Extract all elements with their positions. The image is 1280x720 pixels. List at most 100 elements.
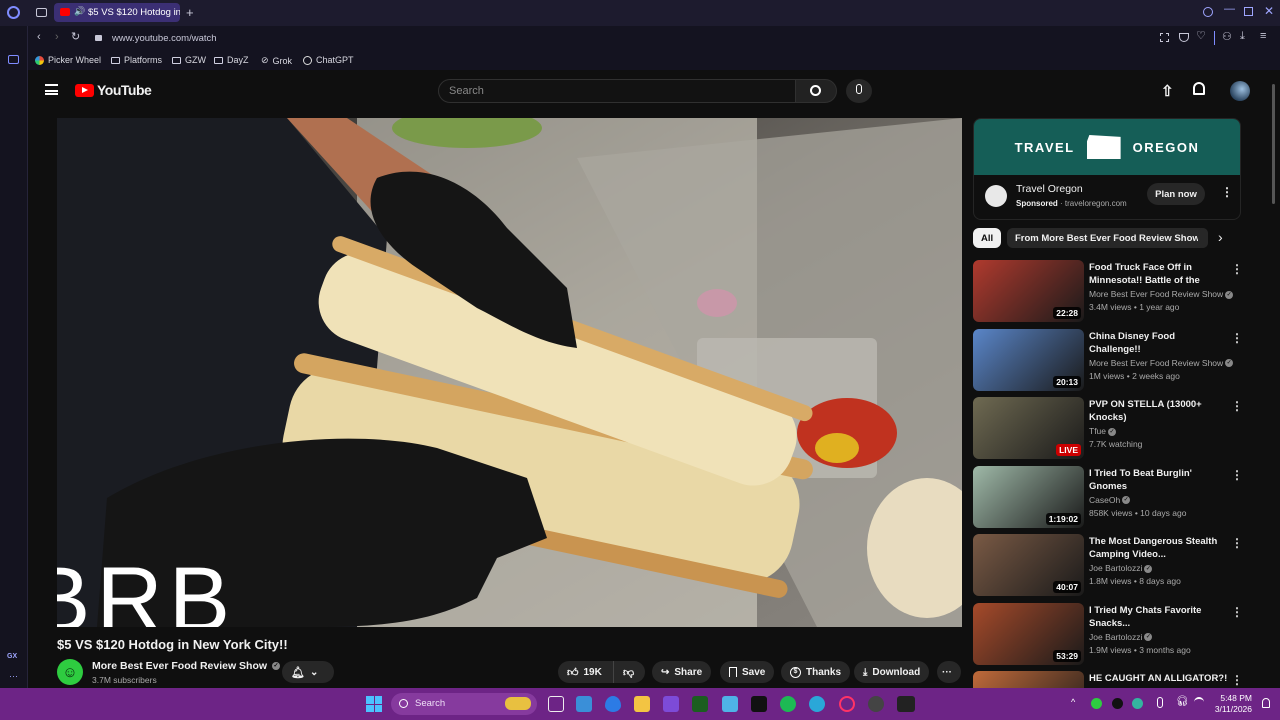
- menu-icon[interactable]: ≡: [1260, 31, 1266, 42]
- save-button[interactable]: Save: [720, 661, 775, 683]
- gx-label[interactable]: GX: [7, 653, 17, 660]
- video-title[interactable]: The Most Dangerous Stealth Camping Video…: [1089, 535, 1229, 561]
- audio-playing-icon[interactable]: 🔊: [74, 6, 85, 17]
- url-field[interactable]: www.youtube.com/watch: [112, 33, 217, 44]
- video-thumbnail[interactable]: 20:13: [973, 328, 1084, 391]
- bookmark-dayz[interactable]: DayZ: [214, 55, 249, 65]
- video-thumbnail[interactable]: 1:19:02: [973, 465, 1084, 528]
- app-grid-icon[interactable]: [663, 696, 679, 712]
- heart-icon[interactable]: ♡: [1196, 31, 1206, 42]
- bookmark-picker-wheel[interactable]: Picker Wheel: [35, 55, 101, 65]
- recommended-video[interactable]: 22:28 Food Truck Face Off in Minnesota!!…: [973, 260, 1243, 324]
- bookmark-chatgpt[interactable]: ChatGPT: [303, 55, 354, 65]
- video-title[interactable]: PVP ON STELLA (13000+ Knocks): [1089, 398, 1229, 424]
- upload-icon[interactable]: ⇧: [1161, 82, 1174, 100]
- account-avatar[interactable]: [1230, 81, 1250, 101]
- tray-app-dark-icon[interactable]: [1112, 698, 1123, 709]
- video-title[interactable]: Food Truck Face Off in Minnesota!! Battl…: [1089, 261, 1229, 288]
- new-tab-button[interactable]: +: [186, 6, 194, 19]
- video-thumbnail[interactable]: 22:28: [973, 260, 1084, 322]
- edge-browser-icon[interactable]: [809, 696, 825, 712]
- channel-name[interactable]: Tfue ✓: [1089, 426, 1239, 436]
- video-title[interactable]: I Tried My Chats Favorite Snacks...: [1089, 604, 1229, 630]
- channel-name[interactable]: More Best Ever Food Review Show ✓: [1089, 358, 1239, 368]
- snapshot-icon[interactable]: [1160, 33, 1169, 42]
- video-thumbnail[interactable]: LIVE: [973, 397, 1084, 459]
- notification-bell-icon[interactable]: [1262, 698, 1270, 708]
- taskbar-search[interactable]: Search: [391, 693, 537, 715]
- recommended-video[interactable]: 53:29 I Tried My Chats Favorite Snacks..…: [973, 602, 1243, 667]
- tab-manager-icon[interactable]: [36, 8, 47, 17]
- aria-icon[interactable]: [8, 55, 19, 64]
- bookmark-grok[interactable]: ⊘ Grok: [261, 55, 292, 66]
- bookmark-platforms[interactable]: Platforms: [111, 55, 162, 65]
- active-tab[interactable]: 🔊 $5 VS $120 Hotdog in N: [54, 3, 180, 22]
- tray-app-green-icon[interactable]: [1091, 698, 1102, 709]
- share-button[interactable]: ↪ Share: [652, 661, 712, 683]
- terminal-app-icon[interactable]: [692, 696, 708, 712]
- pocket-icon[interactable]: [1179, 33, 1189, 42]
- hamburger-menu-icon[interactable]: [45, 84, 58, 95]
- download-icon[interactable]: ⤓: [1240, 31, 1245, 42]
- spotify-icon[interactable]: [780, 696, 796, 712]
- recommended-video[interactable]: 40:07 The Most Dangerous Stealth Camping…: [973, 534, 1243, 598]
- video-thumbnail[interactable]: [973, 671, 1084, 688]
- channel-name[interactable]: CaseOh ✓: [1089, 495, 1239, 505]
- more-options-icon[interactable]: ⋮: [1231, 605, 1243, 619]
- search-button[interactable]: [795, 79, 837, 103]
- channel-name[interactable]: More Best Ever Food Review Show ✓: [1089, 289, 1239, 299]
- notepad-app-icon[interactable]: [722, 696, 738, 712]
- channel-name[interactable]: Joe Bartolozzi ✓: [1089, 632, 1239, 642]
- youtube-logo[interactable]: YouTube: [75, 82, 152, 98]
- show-hidden-icons[interactable]: ^: [1071, 697, 1075, 707]
- video-thumbnail[interactable]: 53:29: [973, 602, 1084, 665]
- profile-icon[interactable]: ⚇: [1222, 32, 1232, 43]
- recommended-video[interactable]: 1:19:02 I Tried To Beat Burglin' Gnomes …: [973, 465, 1243, 530]
- forward-icon[interactable]: ›: [55, 32, 59, 43]
- ad-banner[interactable]: TRAVEL OREGON: [974, 119, 1240, 175]
- bookmark-gzw[interactable]: GZW: [172, 55, 206, 65]
- active-app-icon[interactable]: [868, 696, 884, 712]
- notifications-bell-icon[interactable]: [1193, 82, 1205, 95]
- video-title[interactable]: HE CAUGHT AN ALLIGATOR?!: [1089, 672, 1229, 685]
- video-title[interactable]: China Disney Food Challenge!!: [1089, 330, 1229, 356]
- channel-name[interactable]: More Best Ever Food Review Show ✓: [92, 660, 280, 672]
- droplet-app-icon[interactable]: [605, 696, 621, 712]
- dislike-button[interactable]: 👎︎: [613, 661, 645, 683]
- tray-app-teal-icon[interactable]: [1132, 698, 1143, 709]
- like-button[interactable]: 👍︎ 19K: [558, 661, 613, 683]
- page-scrollbar[interactable]: [1272, 80, 1277, 680]
- subscribed-bell-button[interactable]: 🔔︎ ⌄: [282, 661, 334, 683]
- close-button[interactable]: ✕: [1264, 5, 1274, 17]
- start-windows-icon[interactable]: [366, 696, 382, 712]
- video-thumbnail[interactable]: 40:07: [973, 534, 1084, 596]
- sponsored-ad-card[interactable]: TRAVEL OREGON Travel Oregon Sponsored · …: [973, 118, 1241, 220]
- thanks-button[interactable]: $ Thanks: [781, 661, 851, 683]
- recommended-video[interactable]: HE CAUGHT AN ALLIGATOR?! LosPollosTV And…: [973, 671, 1243, 688]
- more-actions-button[interactable]: ···: [937, 661, 961, 683]
- minimize-button[interactable]: —: [1224, 4, 1235, 15]
- dw7-app-icon[interactable]: [897, 696, 915, 712]
- ad-more-icon[interactable]: ⋮: [1221, 185, 1233, 199]
- chip-all[interactable]: All: [973, 228, 1002, 248]
- opera-logo-icon[interactable]: [7, 6, 20, 19]
- chip-more[interactable]: [1198, 228, 1208, 248]
- plan-now-button[interactable]: Plan now: [1147, 183, 1205, 205]
- headset-icon[interactable]: 🎧︎: [1176, 696, 1189, 707]
- recommended-video[interactable]: LIVE PVP ON STELLA (13000+ Knocks) Tfue ✓…: [973, 397, 1243, 461]
- wifi-icon[interactable]: [1194, 697, 1204, 707]
- photos-app-icon[interactable]: [576, 696, 592, 712]
- channel-avatar[interactable]: ☺: [57, 659, 83, 685]
- video-title[interactable]: I Tried To Beat Burglin' Gnomes: [1089, 467, 1229, 493]
- file-explorer-icon[interactable]: [634, 696, 650, 712]
- search-input[interactable]: Search: [438, 79, 796, 103]
- more-options-icon[interactable]: ⋮: [1231, 262, 1243, 276]
- search-tabs-icon[interactable]: [1203, 7, 1213, 17]
- back-icon[interactable]: ‹: [37, 32, 41, 43]
- capcut-app-icon[interactable]: [751, 696, 767, 712]
- video-player[interactable]: BRB: [57, 118, 962, 627]
- more-options-icon[interactable]: ⋮: [1231, 673, 1243, 687]
- more-options-icon[interactable]: ⋮: [1231, 468, 1243, 482]
- reload-icon[interactable]: ↻: [71, 32, 80, 43]
- channel-name[interactable]: Joe Bartolozzi ✓: [1089, 563, 1239, 573]
